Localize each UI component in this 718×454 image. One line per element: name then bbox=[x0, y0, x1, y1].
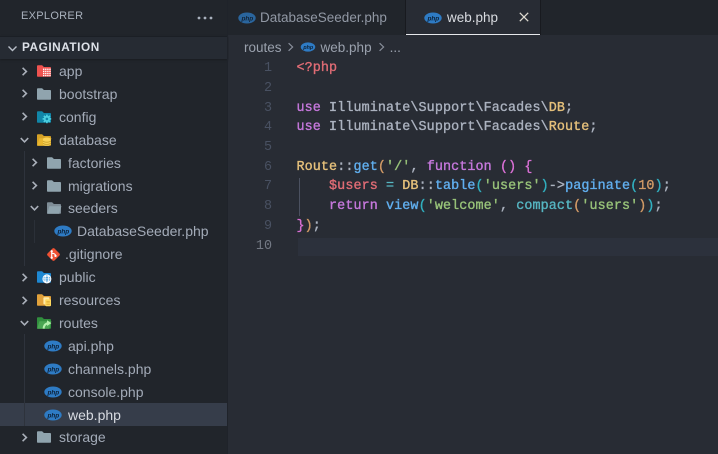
svg-text:php: php bbox=[426, 15, 439, 22]
svg-text:php: php bbox=[240, 15, 253, 22]
svg-text:php: php bbox=[302, 45, 314, 51]
svg-text:php: php bbox=[46, 389, 59, 396]
svg-text:php: php bbox=[46, 343, 59, 350]
svg-text:php: php bbox=[46, 366, 59, 373]
svg-text:php: php bbox=[46, 412, 59, 419]
svg-text:php: php bbox=[56, 229, 69, 236]
